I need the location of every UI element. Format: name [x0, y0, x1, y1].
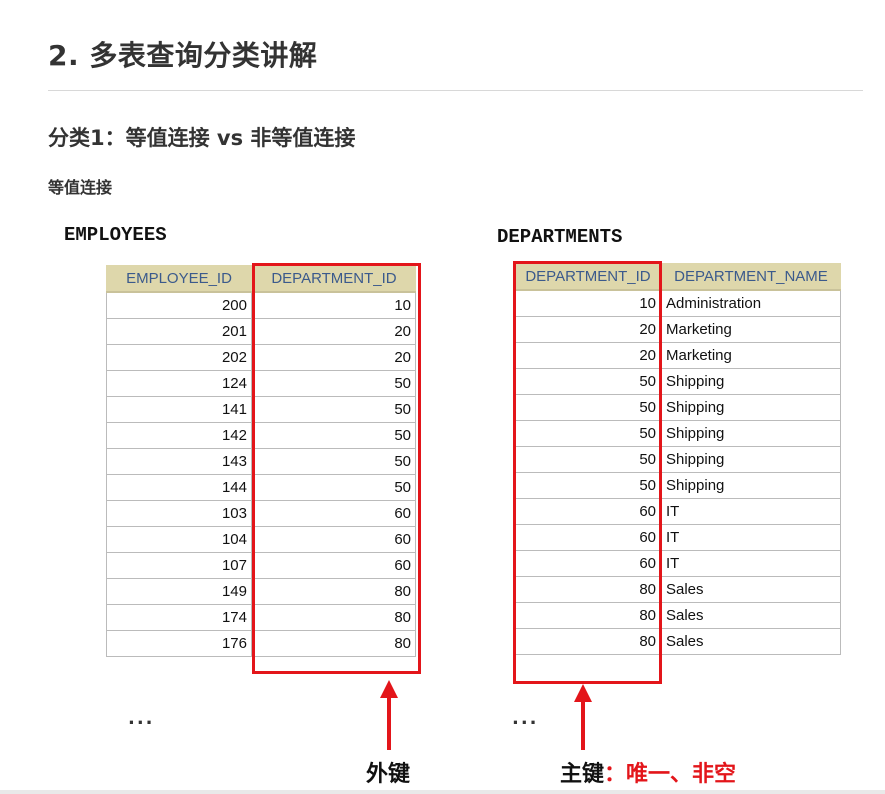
- subsection-heading: 分类1：等值连接 vs 非等值连接: [48, 126, 356, 150]
- table-cell: 176: [106, 631, 252, 657]
- table-cell: Shipping: [661, 473, 841, 499]
- table-cell: Sales: [661, 629, 841, 655]
- table-cell: 144: [106, 475, 252, 501]
- arrow-shaft: [581, 700, 585, 750]
- table-cell: 174: [106, 605, 252, 631]
- section-heading: 2. 多表查询分类讲解: [48, 39, 318, 72]
- table-cell: Sales: [661, 577, 841, 603]
- table-cell: Shipping: [661, 395, 841, 421]
- departments-ellipsis: ...: [512, 708, 539, 729]
- employees-caption: EMPLOYEES: [64, 224, 167, 246]
- table-cell: Sales: [661, 603, 841, 629]
- column-header-employee-id: EMPLOYEE_ID: [106, 265, 252, 293]
- table-cell: Shipping: [661, 447, 841, 473]
- departments-caption: DEPARTMENTS: [497, 226, 623, 248]
- table-cell: 149: [106, 579, 252, 605]
- column-header-department-name: DEPARTMENT_NAME: [661, 263, 841, 291]
- primary-key-label: 主键：唯一、非空: [560, 756, 736, 788]
- table-cell: IT: [661, 499, 841, 525]
- table-cell: 104: [106, 527, 252, 553]
- table-cell: IT: [661, 525, 841, 551]
- table-cell: 143: [106, 449, 252, 475]
- table-cell: 141: [106, 397, 252, 423]
- primary-key-note: ：唯一、非空: [604, 762, 737, 787]
- table-cell: Shipping: [661, 369, 841, 395]
- table-cell: Marketing: [661, 317, 841, 343]
- primary-key-highlight: [513, 261, 662, 684]
- bottom-border: [0, 790, 885, 794]
- arrow-shaft: [387, 696, 391, 750]
- table-cell: 202: [106, 345, 252, 371]
- divider: [48, 90, 863, 91]
- table-cell: Administration: [661, 291, 841, 317]
- table-cell: 107: [106, 553, 252, 579]
- employees-ellipsis: ...: [128, 708, 155, 729]
- table-cell: 124: [106, 371, 252, 397]
- table-cell: Shipping: [661, 421, 841, 447]
- table-cell: Marketing: [661, 343, 841, 369]
- foreign-key-label: 外键: [366, 762, 411, 787]
- foreign-key-highlight: [252, 263, 421, 674]
- table-cell: 103: [106, 501, 252, 527]
- table-cell: 200: [106, 293, 252, 319]
- table-cell: 142: [106, 423, 252, 449]
- topic-heading: 等值连接: [48, 178, 113, 197]
- table-cell: IT: [661, 551, 841, 577]
- table-cell: 201: [106, 319, 252, 345]
- primary-key-text: 主键: [560, 762, 605, 787]
